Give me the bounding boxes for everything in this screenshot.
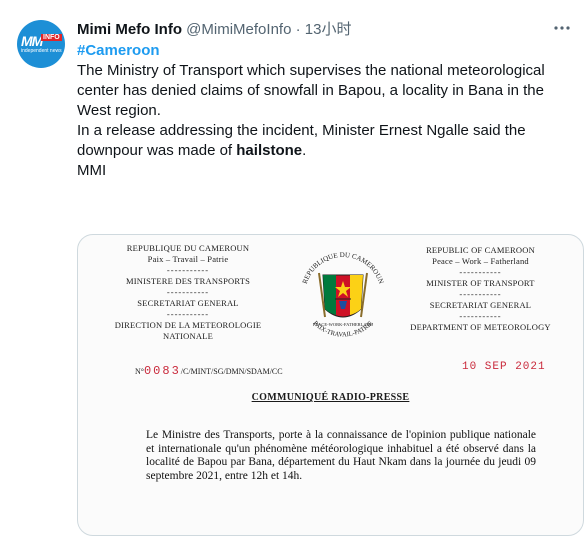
hailstone-bold: hailstone xyxy=(236,142,303,159)
tweet-media-image[interactable]: REPUBLIQUE DU CAMEROUN Paix – Travail – … xyxy=(77,234,584,536)
author-name[interactable]: Mimi Mefo Info xyxy=(77,21,182,38)
left-line-motto: Paix – Travail – Patrie xyxy=(147,254,229,264)
logo-mm: MM xyxy=(21,33,43,49)
avatar[interactable]: MM INFO independent news xyxy=(17,20,65,68)
ref-stamped-number: 0083 xyxy=(143,364,181,378)
press-release-document: REPUBLIQUE DU CAMEROUN Paix – Travail – … xyxy=(78,235,583,535)
tweet-text: #Cameroon The Ministry of Transport whic… xyxy=(77,41,577,181)
right-line-country: REPUBLIC OF CAMEROON xyxy=(426,245,535,255)
left-line-nationale: NATIONALE xyxy=(163,331,213,341)
left-line-ministry: MINISTERE DES TRANSPORTS xyxy=(125,276,251,286)
ellipsis-icon[interactable] xyxy=(550,16,574,40)
tweet-paragraph-1: The Ministry of Transport which supervis… xyxy=(77,62,545,119)
left-line-country: REPUBLIQUE DU CAMEROUN xyxy=(126,243,250,253)
communique-title: COMMUNIQUÉ RADIO-PRESSE xyxy=(251,392,410,403)
right-divider-1: ----------- xyxy=(459,267,502,277)
reference-number: N°0083/C/MINT/SG/DMN/SDAM/CC xyxy=(135,364,283,378)
left-line-secretariat: SECRETARIAT GENERAL xyxy=(137,298,239,308)
right-line-motto: Peace – Work – Fatherland xyxy=(432,256,529,266)
right-line-ministry: MINISTER OF TRANSPORT xyxy=(426,278,535,288)
right-line-secretariat: SECRETARIAT GENERAL xyxy=(429,300,532,310)
separator-dot: · xyxy=(295,21,301,38)
left-divider-2: ----------- xyxy=(166,287,210,297)
right-divider-2: ----------- xyxy=(459,289,502,299)
tweet-header: Mimi Mefo Info @MimiMefoInfo · 13小时 xyxy=(77,20,351,40)
date-stamp: 10 SEP 2021 xyxy=(462,361,546,373)
coat-of-arms-emblem: REPUBLIQUE DU CAMEROUN PEACE-WORK-FATHER… xyxy=(293,243,393,347)
logo-subtitle: independent news xyxy=(21,48,62,54)
tweet-signature: MMI xyxy=(77,162,107,179)
tweet-paragraph-2: In a release addressing the incident, Mi… xyxy=(77,121,577,161)
right-line-department: DEPARTMENT OF METEOROLOGY xyxy=(410,322,551,332)
hashtag-cameroon[interactable]: #Cameroon xyxy=(77,41,577,61)
right-letterhead: REPUBLIC OF CAMEROON Peace – Work – Fath… xyxy=(398,245,563,333)
author-handle[interactable]: @MimiMefoInfo xyxy=(186,21,291,38)
paragraph-2-end: . xyxy=(302,142,307,159)
left-divider-1: ----------- xyxy=(166,265,210,275)
left-divider-3: ----------- xyxy=(166,309,210,319)
ref-suffix: /C/MINT/SG/DMN/SDAM/CC xyxy=(180,367,283,376)
left-letterhead: REPUBLIQUE DU CAMEROUN Paix – Travail – … xyxy=(103,243,273,342)
tweet-time[interactable]: 13小时 xyxy=(305,21,352,38)
ref-prefix: N° xyxy=(135,367,144,376)
logo-info: INFO xyxy=(41,34,62,41)
press-release-body: Le Ministre des Transports, porte à la c… xyxy=(146,429,536,482)
left-line-direction: DIRECTION DE LA METEOROLOGIE xyxy=(114,320,262,330)
mimi-mefo-logo: MM INFO independent news xyxy=(21,33,62,55)
right-divider-3: ----------- xyxy=(459,311,502,321)
